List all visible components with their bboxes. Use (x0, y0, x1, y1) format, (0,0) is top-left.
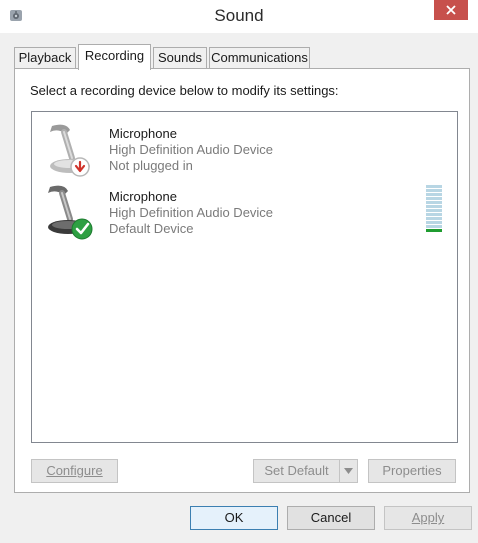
level-meter-segment (426, 197, 442, 200)
properties-label: Properties (382, 463, 442, 478)
level-meter-segment (426, 201, 442, 204)
set-default-split-button[interactable]: Set Default (253, 459, 358, 483)
apply-button[interactable]: Apply (384, 506, 472, 530)
level-meter-segment (426, 225, 442, 228)
level-meter-segment (426, 209, 442, 212)
properties-button[interactable]: Properties (368, 459, 456, 483)
tab-recording[interactable]: Recording (78, 44, 151, 70)
level-meter-segment (426, 205, 442, 208)
level-meter-segment (426, 217, 442, 220)
set-default-dropdown[interactable] (339, 459, 358, 483)
device-name: Microphone (109, 126, 177, 141)
apply-label: Apply (411, 510, 445, 525)
configure-label: Configure (46, 463, 103, 478)
dialog-footer: OK Cancel Apply (0, 493, 478, 543)
recording-panel: Select a recording device below to modif… (14, 68, 470, 493)
level-meter-segment (426, 193, 442, 196)
device-status: Not plugged in (109, 158, 193, 173)
microphone-default-icon (36, 181, 100, 243)
close-icon (446, 5, 456, 15)
configure-button[interactable]: Configure (31, 459, 118, 483)
level-meter (426, 185, 442, 233)
tab-communications[interactable]: Communications (209, 47, 310, 69)
device-driver: High Definition Audio Device (109, 142, 274, 157)
close-button[interactable] (434, 0, 468, 20)
level-meter-segment (426, 185, 442, 188)
window-title: Sound (214, 6, 264, 25)
device-item-microphone-unplugged[interactable]: Microphone High Definition Audio Device … (36, 118, 454, 178)
microphone-unplugged-icon (36, 118, 100, 180)
device-name: Microphone (109, 189, 177, 204)
title-bar: Sound (0, 0, 478, 33)
device-list[interactable]: Microphone High Definition Audio Device … (31, 111, 458, 443)
device-status: Default Device (109, 221, 194, 236)
level-meter-segment (426, 213, 442, 216)
device-item-microphone-default[interactable]: Microphone High Definition Audio Device … (36, 181, 454, 241)
tab-sounds[interactable]: Sounds (153, 47, 207, 69)
instruction-text: Select a recording device below to modif… (30, 83, 339, 98)
set-default-button[interactable]: Set Default (253, 459, 340, 483)
level-meter-segment (426, 189, 442, 192)
chevron-down-icon (344, 468, 353, 474)
ok-button[interactable]: OK (190, 506, 278, 530)
level-meter-segment (426, 229, 442, 232)
tab-playback[interactable]: Playback (14, 47, 76, 69)
cancel-button[interactable]: Cancel (287, 506, 375, 530)
device-driver: High Definition Audio Device (109, 205, 274, 220)
set-default-label: Set Default (264, 463, 329, 478)
level-meter-segment (426, 221, 442, 224)
